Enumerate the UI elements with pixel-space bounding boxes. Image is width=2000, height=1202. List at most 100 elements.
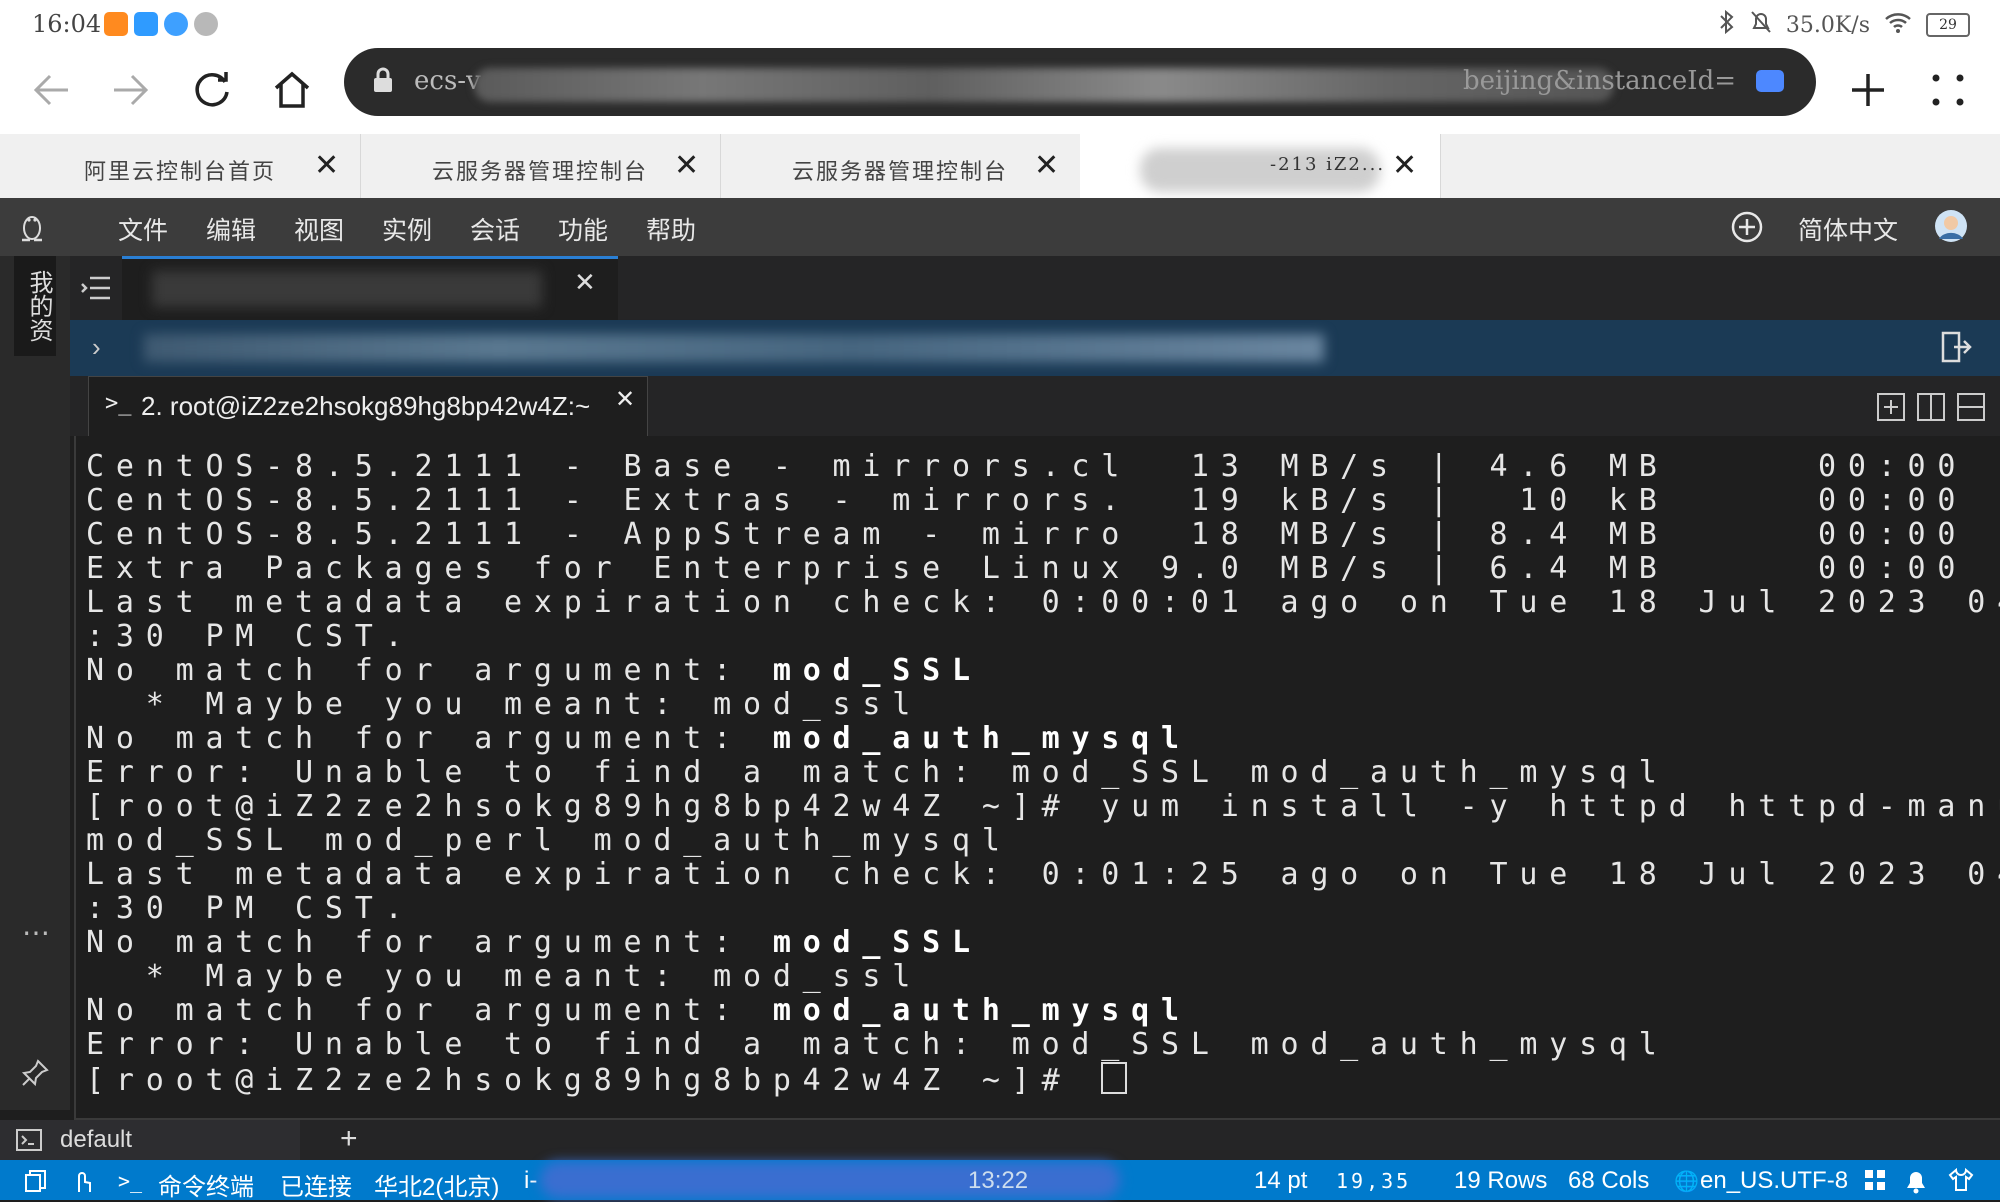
terminal-output[interactable]: CentOS-8.5.2111 - Base - mirrors.cl 13 M… (74, 436, 2000, 1120)
terminal-line: Error: Unable to find a match: mod_SSL m… (86, 1028, 2000, 1062)
pin-icon[interactable] (20, 1058, 50, 1093)
menu-help[interactable]: 帮助 (646, 211, 696, 247)
terminal-text-segment: Extra Packages for Enterprise Linux 9.0 … (86, 551, 1968, 586)
more-dots-icon[interactable]: ⋯ (22, 916, 50, 949)
new-pane-icon[interactable] (1876, 392, 1906, 427)
terminal-text-segment: [root@iZ2ze2hsokg89hg8bp42w4Z ~]# (86, 1063, 1102, 1098)
terminal-highlight: mod_auth_mysql (772, 993, 1191, 1028)
notification-bell-icon[interactable] (1904, 1168, 1928, 1201)
menu-session[interactable]: 会话 (470, 211, 520, 247)
terminal-line: Last metadata expiration check: 0:00:01 … (86, 586, 2000, 620)
terminal-text-segment: * Maybe you meant: mod_ssl (86, 687, 923, 722)
add-session-button[interactable]: + (340, 1122, 358, 1156)
status-font-size: 14 pt (1254, 1167, 1308, 1194)
url-end: beijing&instanceId= (1463, 66, 1736, 96)
status-instance: i- (524, 1167, 538, 1194)
terminal-tab-row: >_ 2. root@iZ2ze2hsokg89hg8bp42w4Z:~ ✕ (70, 376, 2000, 436)
menu-edit[interactable]: 编辑 (206, 211, 256, 247)
browser-tab-terminal[interactable]: -213 iZ2... ✕ (1080, 134, 1441, 198)
terminal-icon (16, 1128, 42, 1159)
app-menubar: 文件 编辑 视图 实例 会话 功能 帮助 简体中文 (0, 198, 2000, 256)
terminal-text-segment: CentOS-8.5.2111 - AppStream - mirro 18 M… (86, 517, 1968, 552)
avatar[interactable] (1934, 209, 1968, 250)
status-time: 13:22 (968, 1167, 1029, 1194)
terminal-text-segment: Error: Unable to find a match: mod_SSL m… (86, 755, 1669, 790)
menu-view[interactable]: 视图 (294, 211, 344, 247)
video-app-icon (104, 12, 128, 36)
forward-button[interactable] (100, 60, 160, 120)
grid-icon[interactable] (1864, 1169, 1886, 1198)
terminal-line: mod_SSL mod_perl mod_auth_mysql (86, 824, 2000, 858)
more-menu-button[interactable] (1918, 60, 1978, 120)
instance-info-row: › (70, 320, 2000, 376)
status-connected: 已连接 (280, 1174, 352, 1201)
terminal-text-segment: No match for argument: (86, 721, 773, 756)
status-cursor-position: 19,35 (1336, 1169, 1412, 1193)
system-status-bar: 16:04 35.0K/s 29 (0, 0, 2000, 48)
terminal-prompt-icon: >_ (105, 391, 132, 416)
session-list-icon[interactable] (80, 274, 112, 307)
split-vertical-icon[interactable] (1916, 392, 1946, 427)
close-icon[interactable]: ✕ (674, 148, 699, 183)
shirt-icon[interactable] (1948, 1167, 1974, 1199)
close-icon[interactable]: ✕ (615, 385, 635, 414)
url-start: ecs-v (414, 66, 481, 96)
close-icon[interactable]: ✕ (1392, 148, 1417, 183)
browser-tab-ecs-console-2[interactable]: 云服务器管理控制台 ✕ (720, 134, 1081, 198)
terminal-text-segment: :30 PM CST. (86, 891, 415, 926)
split-horizontal-icon[interactable] (1956, 392, 1986, 427)
chevron-right-icon[interactable]: › (92, 332, 101, 363)
status-redacted (540, 1162, 1120, 1198)
terminal-line: CentOS-8.5.2111 - Extras - mirrors. 19 k… (86, 484, 2000, 518)
terminal-text-segment: Last metadata expiration check: 0:00:01 … (86, 585, 2000, 620)
new-tab-button[interactable] (1838, 60, 1898, 120)
browser-toolbar: ecs-v beijing&instanceId= (0, 48, 2000, 134)
terminal-text-segment: No match for argument: (86, 653, 773, 688)
browser-tab-ecs-console-1[interactable]: 云服务器管理控制台 ✕ (360, 134, 721, 198)
copy-icon[interactable] (24, 1169, 48, 1200)
instance-info-redacted (144, 334, 1324, 362)
status-locale: en_US.UTF-8 (1700, 1167, 1849, 1194)
home-button[interactable] (262, 60, 322, 120)
browser-tab-aliyun-home[interactable]: 阿里云控制台首页 ✕ (0, 134, 361, 198)
tab-label: 云服务器管理控制台 (432, 160, 649, 185)
terminal-text: CentOS-8.5.2111 - Base - mirrors.cl 13 M… (86, 450, 2000, 1098)
menu-function[interactable]: 功能 (558, 211, 608, 247)
terminal-text-segment: No match for argument: (86, 993, 773, 1028)
session-tab-row: ✕ (70, 256, 2000, 320)
close-icon[interactable]: ✕ (314, 148, 339, 183)
reload-button[interactable] (182, 60, 242, 120)
terminal-line: Error: Unable to find a match: mod_SSL m… (86, 756, 2000, 790)
terminal-line: No match for argument: mod_auth_mysql (86, 994, 2000, 1028)
tab-label: -213 iZ2... (1270, 154, 1386, 175)
terminal-prompt-icon: >_ (118, 1169, 143, 1193)
sidebar-my-resources[interactable]: 我的资 (14, 256, 56, 356)
app-status-bar: >_ 命令终端 已连接 华北2(北京) i- 13:22 14 pt 19,35… (0, 1160, 2000, 1201)
linux-penguin-icon (18, 210, 46, 249)
close-icon[interactable]: ✕ (1034, 148, 1059, 183)
tab-label: 云服务器管理控制台 (792, 160, 1009, 185)
terminal-cursor (1101, 1062, 1128, 1094)
terminal-text-segment: * Maybe you meant: mod_ssl (86, 959, 923, 994)
input-method-icon: 🌐 (1674, 1171, 1699, 1193)
session-tab[interactable]: ✕ (122, 256, 618, 320)
close-icon[interactable]: ✕ (574, 267, 596, 298)
touch-icon[interactable] (70, 1168, 94, 1201)
browser-tab-strip: 阿里云控制台首页 ✕ 云服务器管理控制台 ✕ 云服务器管理控制台 ✕ -213 … (0, 134, 2000, 198)
add-circle-icon[interactable] (1730, 210, 1764, 251)
exit-icon[interactable] (1940, 330, 1972, 369)
default-session-label: default (60, 1126, 133, 1153)
menu-instance[interactable]: 实例 (382, 211, 432, 247)
terminal-text-segment: mod_SSL mod_perl mod_auth_mysql (86, 823, 1012, 858)
status-region: 华北2(北京) (374, 1174, 500, 1201)
terminal-line: [root@iZ2ze2hsokg89hg8bp42w4Z ~]# (86, 1062, 2000, 1098)
status-cols: 68 Cols (1568, 1167, 1650, 1194)
menu-file[interactable]: 文件 (118, 211, 168, 247)
default-session-tab[interactable]: default (0, 1120, 300, 1160)
language-selector[interactable]: 简体中文 (1798, 211, 1898, 247)
back-button[interactable] (22, 60, 82, 120)
status-icons: 35.0K/s 29 (1718, 9, 1970, 40)
terminal-text-segment: :30 PM CST. (86, 619, 415, 654)
address-bar[interactable]: ecs-v beijing&instanceId= (344, 48, 1816, 116)
terminal-tab[interactable]: >_ 2. root@iZ2ze2hsokg89hg8bp42w4Z:~ ✕ (88, 376, 648, 436)
